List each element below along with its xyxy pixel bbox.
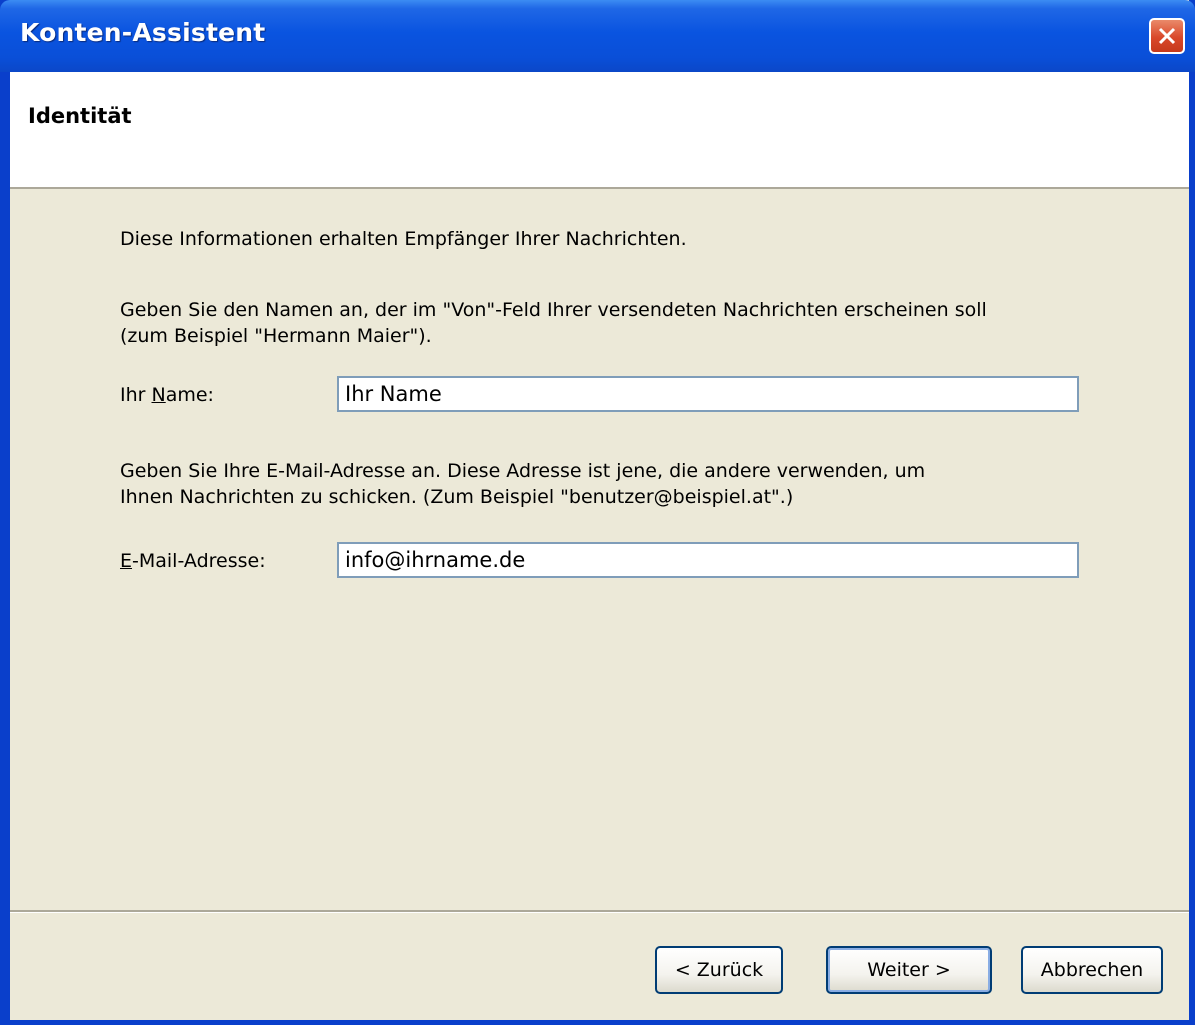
email-hint-line1: Geben Sie Ihre E-Mail-Adresse an. Diese …: [120, 460, 926, 482]
email-input[interactable]: [337, 542, 1079, 578]
page-title: Identität: [28, 104, 132, 128]
email-label: E-Mail-Adresse:: [120, 550, 266, 572]
next-button[interactable]: Weiter >: [826, 946, 992, 994]
close-icon: [1158, 27, 1176, 45]
name-hint-line1: Geben Sie den Namen an, der im "Von"-Fel…: [120, 299, 987, 321]
window-title: Konten-Assistent: [20, 18, 266, 47]
footer-separator: [10, 910, 1189, 913]
name-label-suffix: ame:: [165, 384, 214, 406]
email-hint-line2: Ihnen Nachrichten zu schicken. (Zum Beis…: [120, 486, 794, 508]
email-label-accelerator: E: [120, 550, 133, 572]
wizard-header: Identität: [10, 72, 1189, 189]
cancel-button[interactable]: Abbrechen: [1021, 946, 1163, 994]
name-hint-line2: (zum Beispiel "Hermann Maier").: [120, 325, 432, 347]
close-button[interactable]: [1149, 18, 1185, 54]
name-input[interactable]: [337, 376, 1079, 412]
name-label-accelerator: N: [151, 384, 166, 406]
wizard-window: Konten-Assistent Identität Diese Informa…: [0, 0, 1195, 1025]
email-label-suffix: -Mail-Adresse:: [132, 550, 266, 572]
intro-text: Diese Informationen erhalten Empfänger I…: [120, 228, 687, 250]
back-button[interactable]: < Zurück: [655, 946, 783, 994]
name-label-prefix: Ihr: [120, 384, 152, 406]
title-bar[interactable]: Konten-Assistent: [0, 0, 1195, 72]
name-label: Ihr Name:: [120, 384, 214, 406]
